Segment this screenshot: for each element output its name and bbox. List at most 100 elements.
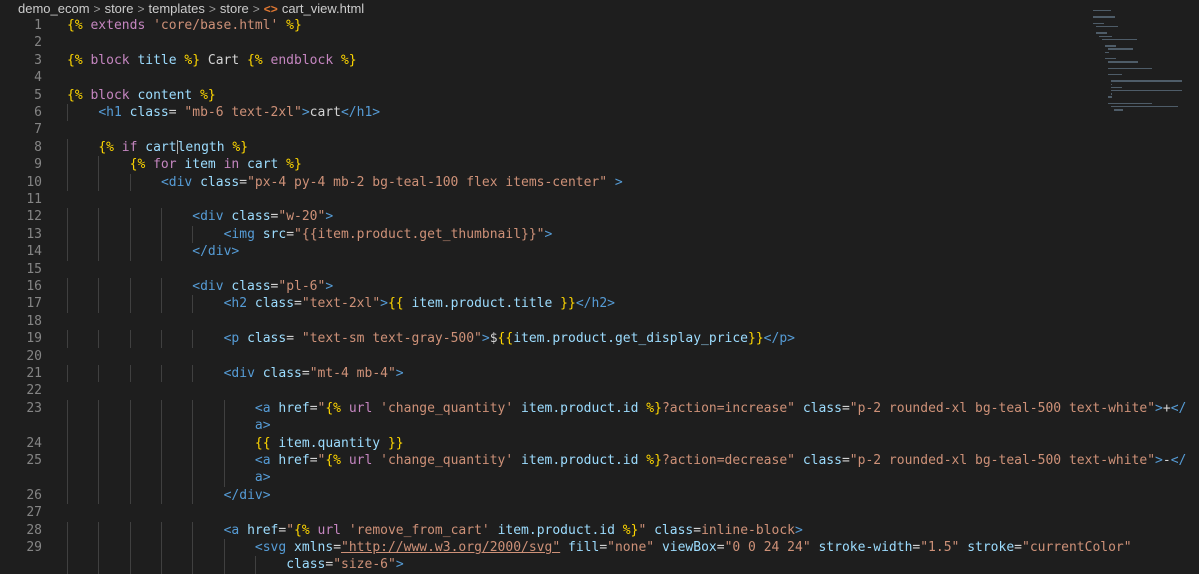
indent-guide — [67, 417, 68, 435]
code-line[interactable]: 7 — [0, 121, 1090, 138]
minimap-line — [1108, 67, 1152, 69]
indent-guide — [160, 469, 162, 487]
minimap-line — [1096, 26, 1118, 28]
indent-guide — [192, 539, 194, 557]
code-token: fill — [568, 540, 600, 555]
code-line[interactable]: 4 — [0, 69, 1090, 86]
code-token: content — [137, 87, 193, 103]
line-number: 27 — [26, 505, 42, 521]
code-line[interactable]: 6 <h1 class= "mb-6 text-2xl">cart</h1> — [0, 104, 1090, 122]
indent-guide — [192, 417, 194, 435]
code-token: block — [90, 52, 138, 68]
breadcrumb-item[interactable]: cart_view.html — [282, 1, 364, 16]
line-number: 7 — [34, 122, 42, 138]
code-line[interactable]: 11 — [0, 191, 1090, 208]
code-token: <h2 — [223, 296, 255, 312]
chevron-right-icon: > — [252, 1, 260, 16]
minimap-line — [1108, 74, 1122, 76]
code-line[interactable]: 13 <img src="{{item.product.get_thumbnail… — [0, 225, 1090, 244]
code-line[interactable]: 25 <a href="{% url 'change_quantity' item… — [0, 452, 1186, 470]
code-text: {% block content %} — [67, 87, 216, 104]
code-token: {% — [67, 52, 91, 68]
code-token: </div> — [192, 244, 240, 260]
code-token: item.product.id — [521, 453, 639, 468]
indent-guide — [67, 104, 68, 122]
minimap-line — [1111, 83, 1113, 85]
code-line[interactable]: 1 {% extends 'core/base.html' %} — [0, 17, 1090, 34]
indent-guide — [98, 556, 100, 574]
html-file-icon: <> — [263, 1, 278, 16]
code-line[interactable]: 3 {% block title %} Cart {% endblock %} — [0, 52, 1090, 69]
code-text: a> — [255, 417, 271, 434]
minimap-line — [1111, 90, 1183, 92]
indent-guide — [160, 434, 162, 452]
code-line[interactable]: 15 — [0, 261, 1090, 278]
code-line[interactable]: 5 {% block content %} — [0, 87, 1090, 104]
code-line[interactable]: 18 — [0, 313, 1090, 330]
code-line[interactable]: 24 {{ item.quantity }} — [0, 434, 1090, 452]
code-line[interactable]: 22 — [0, 382, 1090, 399]
code-line[interactable]: class="size-6"> — [0, 556, 1090, 574]
breadcrumb-item[interactable]: store — [220, 1, 249, 16]
breadcrumb-item[interactable]: store — [105, 1, 134, 16]
code-token: %} — [224, 139, 249, 155]
code-token: }} — [552, 296, 576, 312]
code-token[interactable]: "http://www.w3.org/2000/svg" — [341, 540, 560, 555]
code-token: url — [348, 453, 381, 468]
indent-guide — [98, 295, 100, 313]
code-line[interactable]: 21 <div class="mt-4 mb-4"> — [0, 365, 1090, 383]
code-line[interactable]: 26 </div> — [0, 486, 1090, 505]
code-token: = — [309, 400, 318, 416]
code-line[interactable]: 16 <div class="pl-6"> — [0, 278, 1090, 296]
code-token: class — [802, 400, 842, 416]
indent-guide — [67, 225, 68, 244]
indent-guide — [98, 539, 100, 557]
breadcrumb-item[interactable]: demo_ecom — [18, 1, 90, 16]
code-line[interactable]: 17 <h2 class="text-2xl">{{ item.product.t… — [0, 295, 1090, 313]
code-line[interactable]: 9 {% for item in cart %} — [0, 156, 1090, 174]
minimap-line — [1111, 80, 1183, 82]
code-token: item — [184, 157, 224, 173]
indent-guide — [98, 469, 100, 487]
indent-guide — [67, 156, 68, 174]
code-line[interactable]: a> — [0, 469, 1090, 487]
minimap-line — [1099, 35, 1113, 37]
line-number: 6 — [34, 105, 42, 120]
code-line[interactable]: 14 </div> — [0, 243, 1090, 261]
indent-guide — [160, 399, 162, 418]
code-token: "pl-6" — [278, 279, 326, 294]
code-line[interactable]: 23 <a href="{% url 'change_quantity' item… — [0, 399, 1186, 418]
code-token: > — [795, 522, 803, 538]
code-line[interactable]: a> — [0, 417, 1090, 435]
indent-guide — [98, 521, 100, 539]
line-number: 26 — [26, 487, 42, 503]
indent-guide — [160, 295, 162, 313]
code-token: - — [1162, 453, 1171, 468]
chevron-right-icon: > — [93, 1, 101, 16]
code-line[interactable]: 8 {% if cartlength %} — [0, 138, 1090, 157]
indent-guide — [98, 156, 100, 174]
code-line[interactable]: 10 <div class="px-4 py-4 mb-2 bg-teal-100… — [0, 173, 1090, 191]
code-editor[interactable]: 1 {% extends 'core/base.html' %} 2 3 {% bloc… — [0, 17, 1199, 574]
line-number: 29 — [26, 540, 42, 555]
code-line[interactable]: 20 — [0, 348, 1090, 365]
minimap-line — [1114, 109, 1123, 111]
code-line[interactable]: 28 <a href = "{% url 'remove_from_cart' ite… — [0, 521, 1090, 539]
code-token: %} — [638, 400, 662, 416]
minimap[interactable] — [1093, 10, 1193, 140]
code-token: <a — [254, 453, 279, 468]
code-line[interactable]: 29 <svg xmlns="http://www.w3.org/2000/svg… — [0, 539, 1132, 557]
code-line[interactable]: 27 — [0, 504, 1090, 521]
line-number: 24 — [26, 435, 42, 451]
code-token: item.product.title — [411, 296, 553, 312]
code-line[interactable]: 2 — [0, 34, 1090, 51]
code-line[interactable]: 12 <div class="w-20"> — [0, 208, 1090, 226]
code-line[interactable]: 19 <p class= "text-sm text-gray-500">${{i… — [0, 330, 1090, 348]
code-token: extends — [90, 18, 154, 33]
indent-guide — [98, 278, 100, 296]
breadcrumb-item[interactable]: templates — [148, 1, 204, 16]
code-text: </div> — [192, 243, 239, 260]
